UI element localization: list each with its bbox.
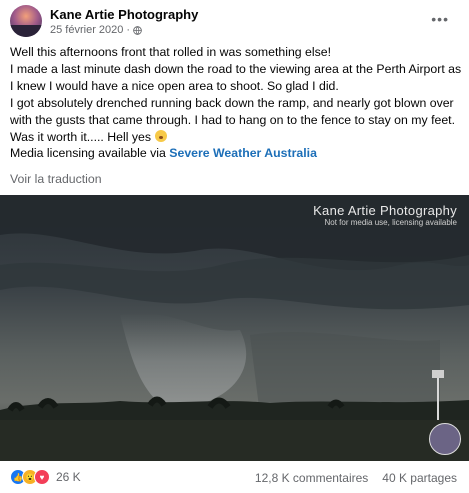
shares-count[interactable]: 40 K partages [382,471,457,485]
post-footer: 👍 😮 ♥ 26 K 12,8 K commentaires 40 K part… [10,466,459,488]
page-name-link[interactable]: Kane Artie Photography [50,7,198,22]
meta-separator: · [126,24,131,36]
comments-count[interactable]: 12,8 K commentaires [255,471,368,485]
licensing-line: Media licensing available via Severe Wea… [10,146,317,160]
watermark-subtitle: Not for media use, licensing available [324,218,457,227]
post-text: Well this afternoons front that rolled i… [10,44,462,146]
storm-scene [0,195,469,461]
post-line: Well this afternoons front that rolled i… [10,45,332,59]
watermark-title: Kane Artie Photography [313,203,457,218]
profile-badge[interactable] [429,423,461,455]
post-date[interactable]: 25 février 2020 [50,24,123,36]
post-line: I made a last minute dash down the road … [10,62,462,93]
reactions-summary[interactable]: 👍 😮 ♥ 26 K [10,469,81,485]
severe-weather-link[interactable]: Severe Weather Australia [169,146,317,160]
post-header: Kane Artie Photography 25 février 2020 ·… [10,5,459,39]
page-avatar[interactable] [10,5,42,37]
reaction-count: 26 K [56,470,81,484]
more-options-icon[interactable]: ••• [431,11,449,27]
grinning-emoji-icon [155,130,168,142]
post-line: I got absolutely drenched running back d… [10,96,456,127]
post-stats: 12,8 K commentaires 40 K partages [255,471,457,485]
globe-icon [133,25,142,35]
love-reaction-icon: ♥ [34,469,50,485]
licensing-prefix: Media licensing available via [10,146,166,160]
post-photo[interactable]: Kane Artie Photography Not for media use… [0,195,469,461]
see-translation-link[interactable]: Voir la traduction [10,172,102,186]
post-line: Was it worth it..... Hell yes [10,129,462,146]
post-meta: 25 février 2020 · [50,24,142,36]
